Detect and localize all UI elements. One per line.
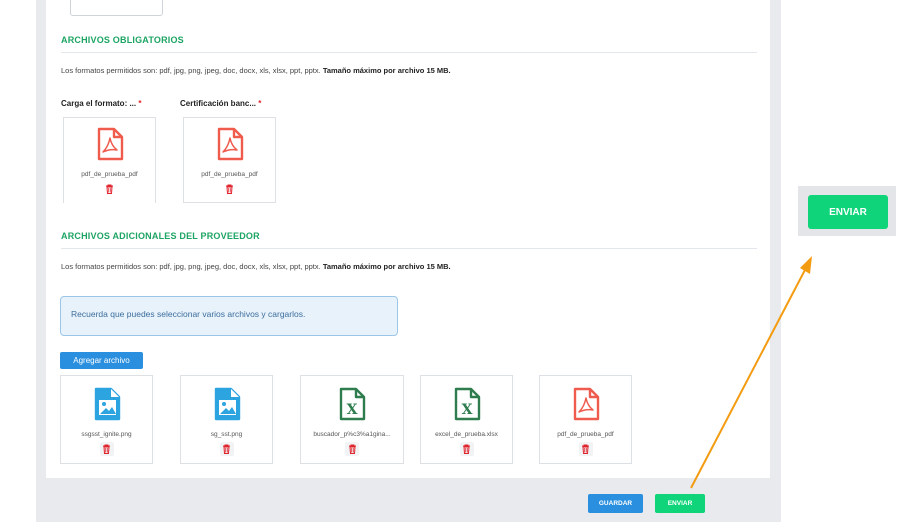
required-files-title: ARCHIVOS OBLIGATORIOS [61,35,184,45]
image-file-icon [92,387,122,426]
trash-icon [103,444,110,454]
delete-file-button[interactable] [345,442,359,456]
trash-icon [582,444,589,454]
max-size-text: Tamaño máximo por archivo 15 MB. [322,66,451,75]
svg-text:X: X [461,402,472,418]
additional-file-card: ssgsst_ignite.png [60,375,153,464]
additional-file-card: sg_sst.png [180,375,273,464]
truncated-field[interactable] [70,0,163,16]
required-file-card: pdf_de_prueba_pdf [183,117,276,203]
required-file-card: pdf_de_prueba_pdf [63,117,156,203]
allowed-formats-text: Los formatos permitidos son: pdf, jpg, p… [61,262,451,271]
allowed-formats-text: Los formatos permitidos son: pdf, jpg, p… [61,66,451,75]
section-divider [61,52,757,53]
trash-icon [223,444,230,454]
excel-file-icon: X [337,387,367,426]
file-name: sg_sst.png [210,431,243,438]
pdf-file-icon [95,127,125,166]
delete-file-button[interactable] [224,183,236,195]
trash-icon [348,444,356,454]
info-alert: Recuerda que puedes seleccionar varios a… [60,296,398,336]
section-divider [61,248,757,249]
trash-icon [226,184,233,194]
save-button[interactable]: GUARDAR [588,494,643,513]
required-asterisk: * [138,99,142,108]
delete-file-button[interactable] [104,183,116,195]
page: ARCHIVOS OBLIGATORIOS Los formatos permi… [0,0,920,532]
file-name: pdf_de_prueba_pdf [81,171,138,178]
field-label-bank-cert: Certificación banc... * [180,99,262,108]
delete-file-button[interactable] [578,442,593,456]
delete-file-button[interactable] [459,442,474,456]
trash-icon [463,444,470,454]
svg-text:X: X [347,402,358,418]
additional-file-card: pdf_de_prueba_pdf [539,375,632,464]
file-name: buscador_p%c3%a1gina... [313,431,391,438]
file-name: pdf_de_prueba_pdf [557,431,614,438]
pdf-file-icon [215,127,245,166]
required-asterisk: * [258,99,262,108]
file-name: pdf_de_prueba_pdf [201,171,258,178]
send-button[interactable]: ENVIAR [655,494,705,513]
file-name: ssgsst_ignite.png [81,431,132,438]
max-size-text: Tamaño máximo por archivo 15 MB. [322,262,451,271]
add-file-button[interactable]: Agregar archivo [60,352,143,369]
send-button-callout[interactable]: ENVIAR [808,195,888,229]
excel-file-icon: X [452,387,482,426]
additional-files-title: ARCHIVOS ADICIONALES DEL PROVEEDOR [61,231,260,241]
delete-file-button[interactable] [99,442,114,456]
pdf-file-icon [571,387,601,426]
file-name: excel_de_prueba.xlsx [435,431,498,438]
image-file-icon [212,387,242,426]
delete-file-button[interactable] [219,442,234,456]
formats-list: Los formatos permitidos son: pdf, jpg, p… [61,66,321,75]
formats-list: Los formatos permitidos son: pdf, jpg, p… [61,262,321,271]
trash-icon [106,184,113,194]
field-label-format: Carga el formato: ... * [61,99,142,108]
additional-file-card: X excel_de_prueba.xlsx [420,375,513,464]
additional-file-card: X buscador_p%c3%a1gina... [300,375,404,464]
